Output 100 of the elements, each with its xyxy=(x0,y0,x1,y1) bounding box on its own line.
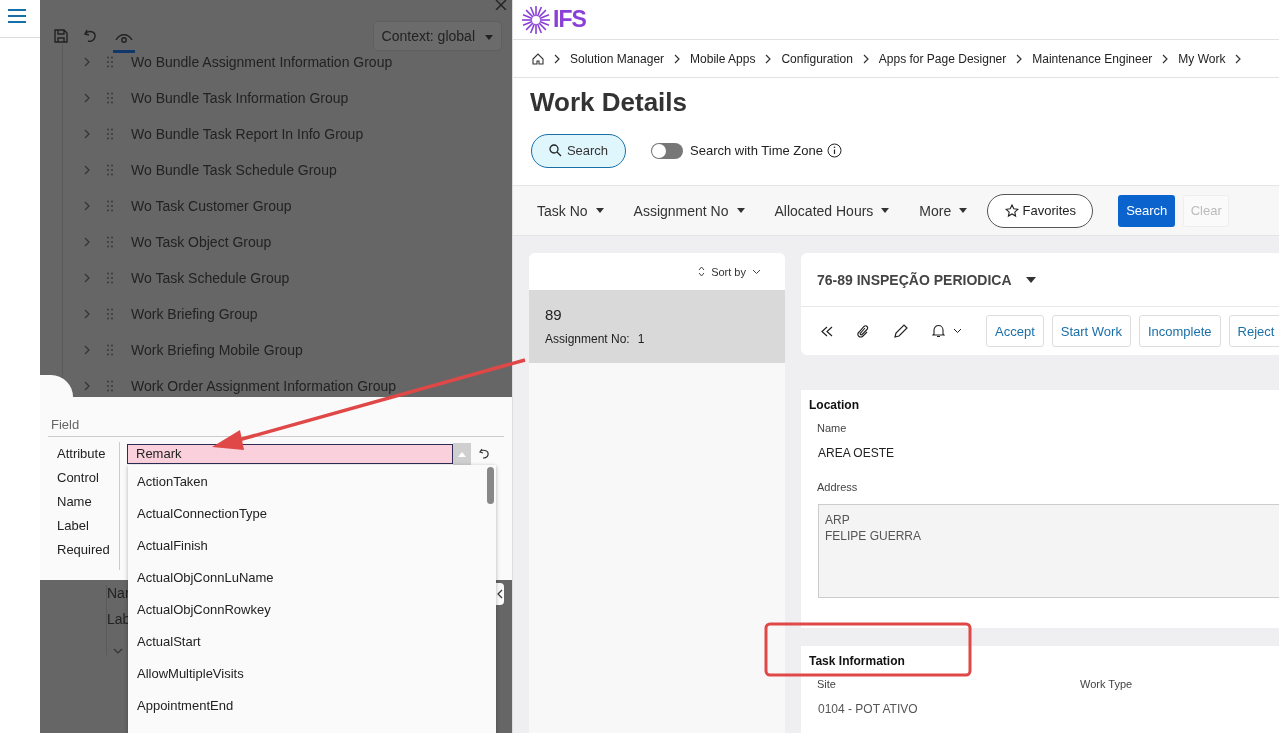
field-label: Work Type xyxy=(1079,677,1134,690)
chevron-icon xyxy=(1235,53,1242,64)
dropdown-option[interactable]: AppointmentEnd xyxy=(128,690,496,722)
chevron-icon xyxy=(765,53,772,64)
bell-icon[interactable] xyxy=(932,324,945,338)
close-icon[interactable] xyxy=(495,0,507,10)
item-label: Assignment No: xyxy=(545,332,630,346)
action-button[interactable]: Reject xyxy=(1228,315,1279,347)
filter-dropdown[interactable]: Task No xyxy=(521,202,616,219)
field-label: Attribute xyxy=(57,445,107,463)
drag-handle-icon[interactable] xyxy=(107,380,113,392)
star-icon xyxy=(1004,203,1019,218)
drag-handle-icon[interactable] xyxy=(107,200,113,212)
save-icon[interactable] xyxy=(53,28,69,44)
attribute-field[interactable]: Remark xyxy=(127,444,453,464)
dropdown-option[interactable]: ActualConnectionType xyxy=(128,498,496,530)
search-button[interactable]: Search xyxy=(531,133,626,168)
resize-handle[interactable] xyxy=(40,375,73,397)
item-title: 89 xyxy=(545,306,563,323)
field-label: Address xyxy=(816,480,859,493)
chevron-icon[interactable] xyxy=(83,237,91,247)
home-icon[interactable] xyxy=(532,52,544,65)
dropdown-toggle[interactable] xyxy=(453,443,471,465)
sort-icon xyxy=(698,266,706,277)
chevron-icon xyxy=(1016,53,1023,64)
breadcrumb-link[interactable]: Solution Manager xyxy=(570,51,665,66)
menu-icon[interactable] xyxy=(7,8,27,24)
toggle-switch[interactable] xyxy=(651,142,683,159)
sunburst-logo-icon xyxy=(521,4,551,35)
caret-up-icon xyxy=(458,451,466,457)
pencil-icon[interactable] xyxy=(893,323,908,339)
drag-handle-icon[interactable] xyxy=(107,164,113,176)
breadcrumb-link[interactable]: Mobile Apps xyxy=(690,51,756,66)
dropdown-option[interactable]: ActionTaken xyxy=(128,466,496,498)
page-title: Work Details xyxy=(529,86,688,119)
record-title: 76-89 INSPEÇÃO PERIODICA xyxy=(817,271,1012,288)
chevron-icon xyxy=(674,53,681,64)
chevron-icon xyxy=(1162,53,1169,64)
field-label: Site xyxy=(816,677,837,690)
paperclip-icon[interactable] xyxy=(857,324,869,338)
caret-down-icon xyxy=(881,208,890,213)
drag-handle-icon[interactable] xyxy=(107,128,113,140)
chevron-icon[interactable] xyxy=(83,129,91,139)
filter-dropdown[interactable]: Assignment No xyxy=(617,202,757,219)
chevron-icon xyxy=(862,53,869,64)
dropdown-option[interactable]: ActualFinish xyxy=(128,530,496,562)
double-chevron-left-icon[interactable] xyxy=(821,325,833,337)
filter-dropdown[interactable]: More xyxy=(903,202,980,219)
drag-handle-icon[interactable] xyxy=(107,56,113,68)
eye-icon xyxy=(115,31,133,44)
caret-down-icon xyxy=(736,208,745,213)
dropdown-option[interactable]: AllowMultipleVisits xyxy=(128,658,496,690)
chevron-icon[interactable] xyxy=(83,273,91,283)
field-label: Label xyxy=(57,517,90,535)
caret-down-icon xyxy=(595,208,604,213)
drag-handle-icon[interactable] xyxy=(107,344,113,356)
breadcrumb-link[interactable]: Configuration xyxy=(781,51,853,66)
field-value: AREA OESTE xyxy=(817,445,896,462)
undo-icon[interactable] xyxy=(479,448,491,460)
sort-dropdown[interactable]: Sort by xyxy=(692,264,767,279)
breadcrumb-link[interactable]: My Work xyxy=(1178,51,1226,66)
chevron-icon[interactable] xyxy=(83,201,91,211)
list-item[interactable]: 89 Assignment No: 1 xyxy=(529,290,785,363)
address-field[interactable]: ARP FELIPE GUERRA xyxy=(818,504,1279,598)
chevron-icon xyxy=(554,53,560,64)
chevron-left-icon xyxy=(496,589,503,599)
field-value: 0104 - POT ATIVO xyxy=(817,701,919,718)
favorites-button[interactable]: Favorites xyxy=(987,193,1094,228)
action-button[interactable]: Start Work xyxy=(1051,315,1131,347)
chevron-icon[interactable] xyxy=(83,57,91,67)
dropdown-option[interactable]: ActualObjConnLuName xyxy=(128,562,496,594)
chevron-icon[interactable] xyxy=(83,309,91,319)
action-button[interactable]: Accept xyxy=(986,315,1044,347)
chevron-icon[interactable] xyxy=(83,345,91,355)
drag-handle-icon[interactable] xyxy=(107,308,113,320)
chevron-down-icon[interactable] xyxy=(953,328,962,334)
chevron-icon[interactable] xyxy=(83,381,91,391)
drag-handle-icon[interactable] xyxy=(107,272,113,284)
section-heading: Location xyxy=(809,397,860,414)
drag-handle-icon[interactable] xyxy=(107,92,113,104)
chevron-icon[interactable] xyxy=(83,93,91,103)
toggle-label: Search with Time Zone xyxy=(690,143,823,158)
scrollbar-thumb[interactable] xyxy=(487,467,494,504)
caret-down-icon[interactable] xyxy=(1025,276,1036,283)
dropdown-option[interactable]: ActualObjConnRowkey xyxy=(128,594,496,626)
action-button[interactable]: Incomplete xyxy=(1138,315,1221,347)
field-label: Required xyxy=(57,541,111,559)
search-button[interactable]: Search xyxy=(1118,194,1176,227)
search-icon xyxy=(548,144,562,157)
filter-dropdown[interactable]: Allocated Hours xyxy=(758,202,902,219)
chevron-icon[interactable] xyxy=(83,165,91,175)
info-icon[interactable] xyxy=(826,143,842,158)
dropdown-option[interactable]: ActualStart xyxy=(128,626,496,658)
item-value: 1 xyxy=(637,332,645,346)
field-label: Name xyxy=(57,493,93,511)
caret-down-icon xyxy=(959,208,968,213)
logo-text: IFS xyxy=(553,6,586,33)
breadcrumb-link[interactable]: Apps for Page Designer xyxy=(878,51,1007,66)
drag-handle-icon[interactable] xyxy=(107,236,113,248)
breadcrumb-link[interactable]: Maintenance Engineer xyxy=(1032,51,1153,66)
